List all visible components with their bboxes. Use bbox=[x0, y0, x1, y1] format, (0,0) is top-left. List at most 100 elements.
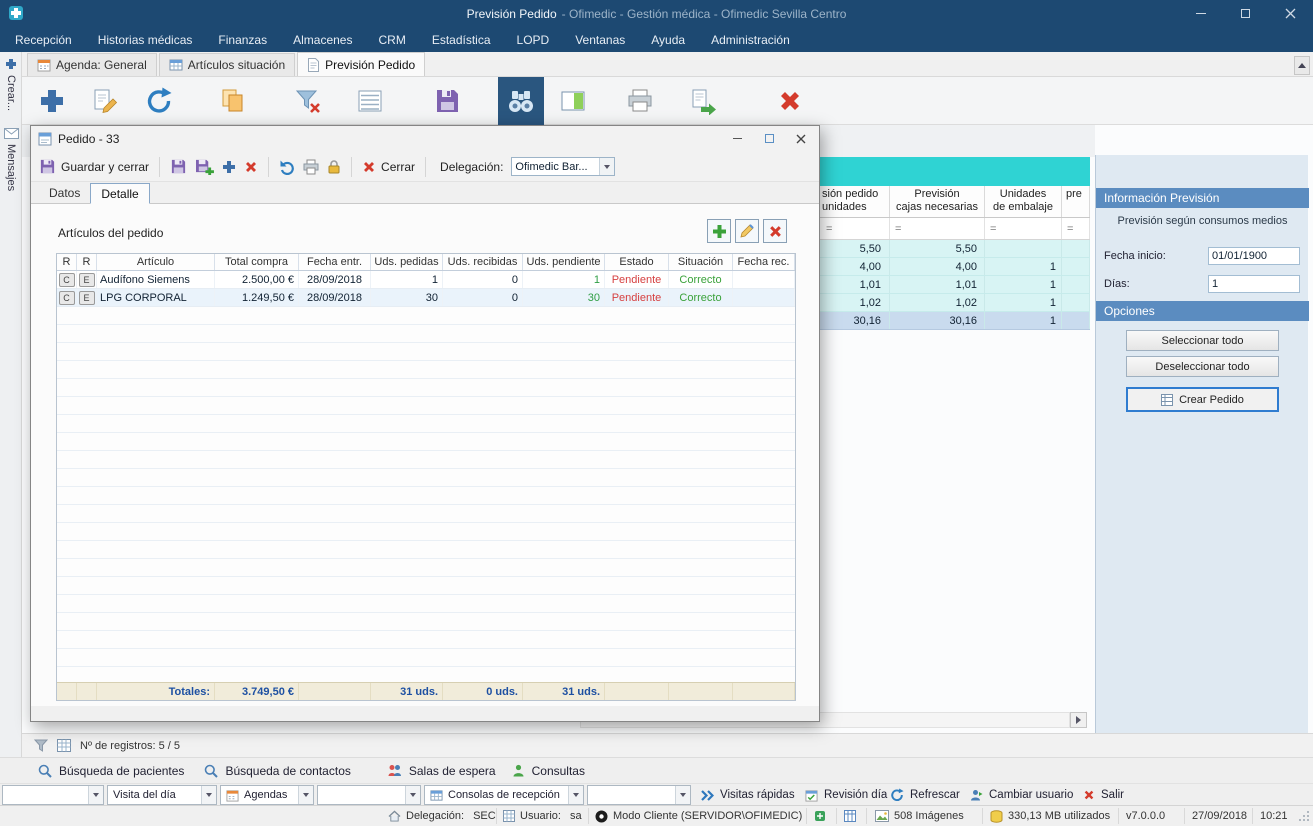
visita-del-dia-select[interactable]: Visita del día bbox=[107, 785, 217, 805]
add-row-button[interactable] bbox=[222, 160, 236, 174]
search-button[interactable] bbox=[498, 77, 544, 125]
menu-item-ayuda[interactable]: Ayuda bbox=[638, 27, 698, 52]
column-header-unidades-embalaje[interactable]: Unidadesde embalaje bbox=[985, 186, 1062, 217]
footer-combo-1[interactable] bbox=[2, 785, 104, 805]
footer-combo-2[interactable] bbox=[317, 785, 421, 805]
save-button[interactable] bbox=[425, 79, 469, 123]
refrescar-button[interactable]: Refrescar bbox=[890, 784, 960, 806]
filter-cell[interactable]: = bbox=[985, 218, 1062, 239]
menu-item-estadistica[interactable]: Estadística bbox=[419, 27, 504, 52]
col-r1[interactable]: R bbox=[57, 254, 77, 270]
print-button[interactable] bbox=[618, 79, 662, 123]
export-button[interactable] bbox=[681, 79, 725, 123]
maximize-button[interactable] bbox=[1223, 0, 1268, 27]
close-view-button[interactable] bbox=[768, 79, 812, 123]
salas-espera-button[interactable]: Salas de espera bbox=[387, 764, 496, 778]
date-status: 27/09/2018 bbox=[1192, 806, 1247, 826]
seleccionar-todo-button[interactable]: Seleccionar todo bbox=[1126, 330, 1279, 351]
menu-item-recepcion[interactable]: Recepción bbox=[2, 27, 85, 52]
c-button[interactable]: C bbox=[59, 291, 75, 305]
c-button[interactable]: C bbox=[59, 273, 75, 287]
crear-pedido-button[interactable]: Crear Pedido bbox=[1126, 387, 1279, 412]
filter-clear-button[interactable] bbox=[286, 79, 330, 123]
revision-dia-button[interactable]: Revisión día bbox=[805, 784, 887, 806]
visitas-rapidas-button[interactable]: Visitas rápidas bbox=[700, 784, 795, 806]
resize-grip[interactable] bbox=[1298, 806, 1310, 826]
tab-agenda-general[interactable]: Agenda: General bbox=[27, 53, 157, 76]
cambiar-usuario-button[interactable]: Cambiar usuario bbox=[970, 784, 1073, 806]
dialog-titlebar[interactable]: Pedido - 33 bbox=[31, 126, 819, 152]
edit-articulo-button[interactable] bbox=[735, 219, 759, 243]
copy-button[interactable] bbox=[211, 79, 255, 123]
list-view-button[interactable] bbox=[348, 79, 392, 123]
dialog-close-button[interactable] bbox=[786, 129, 816, 148]
delete-row-button[interactable] bbox=[244, 160, 258, 174]
col-r2[interactable]: R bbox=[77, 254, 97, 270]
table-row[interactable]: C E LPG CORPORAL 1.249,50 € 28/09/2018 3… bbox=[57, 289, 795, 307]
col-uds-pendiente[interactable]: Uds. pendiente bbox=[523, 254, 605, 270]
column-header-clipped[interactable]: pre bbox=[1062, 186, 1090, 217]
funnel-icon[interactable] bbox=[34, 739, 48, 752]
menu-item-ventanas[interactable]: Ventanas bbox=[562, 27, 638, 52]
sidebar-tab-crear[interactable]: Crear... bbox=[0, 58, 22, 111]
filter-cell[interactable]: = bbox=[890, 218, 985, 239]
e-button[interactable]: E bbox=[79, 291, 95, 305]
dialog-minimize-button[interactable] bbox=[722, 129, 752, 148]
save-and-new-button[interactable] bbox=[195, 158, 214, 175]
add-articulo-button[interactable] bbox=[707, 219, 731, 243]
delegacion-select[interactable]: Ofimedic Bar... bbox=[511, 157, 615, 176]
filter-cell[interactable]: = bbox=[1062, 218, 1090, 239]
e-button[interactable]: E bbox=[79, 273, 95, 287]
close-button[interactable] bbox=[1268, 0, 1313, 27]
tab-scroll-button[interactable] bbox=[1294, 56, 1310, 75]
sidebar-tab-mensajes[interactable]: Mensajes bbox=[0, 128, 22, 191]
delete-articulo-button[interactable] bbox=[763, 219, 787, 243]
col-total-compra[interactable]: Total compra bbox=[215, 254, 299, 270]
busqueda-contactos-button[interactable]: Búsqueda de contactos bbox=[204, 764, 350, 778]
consultas-button[interactable]: Consultas bbox=[512, 764, 585, 778]
add-button[interactable] bbox=[30, 79, 74, 123]
dias-input[interactable]: 1 bbox=[1208, 275, 1300, 293]
save-button[interactable] bbox=[170, 158, 187, 175]
agendas-select[interactable]: Agendas bbox=[220, 785, 314, 805]
salir-button[interactable]: Salir bbox=[1083, 784, 1124, 806]
guardar-y-cerrar-button[interactable]: Guardar y cerrar bbox=[39, 158, 149, 175]
minimize-button[interactable] bbox=[1178, 0, 1223, 27]
col-articulo[interactable]: Artículo bbox=[97, 254, 215, 270]
maximize-icon bbox=[1241, 9, 1250, 18]
footer-combo-3[interactable] bbox=[587, 785, 691, 805]
tab-prevision-pedido[interactable]: Previsión Pedido bbox=[297, 52, 425, 76]
col-uds-pedidas[interactable]: Uds. pedidas bbox=[371, 254, 443, 270]
deseleccionar-todo-button[interactable]: Deseleccionar todo bbox=[1126, 356, 1279, 377]
col-uds-recibidas[interactable]: Uds. recibidas bbox=[443, 254, 523, 270]
fecha-inicio-input[interactable]: 01/01/1900 bbox=[1208, 247, 1300, 265]
table-row[interactable]: C E Audífono Siemens 2.500,00 € 28/09/20… bbox=[57, 271, 795, 289]
busqueda-pacientes-button[interactable]: Búsqueda de pacientes bbox=[38, 764, 184, 778]
cerrar-button[interactable]: Cerrar bbox=[362, 160, 415, 174]
consolas-recepcion-select[interactable]: Consolas de recepción bbox=[424, 785, 584, 805]
tab-datos[interactable]: Datos bbox=[39, 182, 90, 203]
undo-button[interactable] bbox=[279, 159, 295, 175]
menu-item-finanzas[interactable]: Finanzas bbox=[205, 27, 280, 52]
col-estado[interactable]: Estado bbox=[605, 254, 669, 270]
dialog-maximize-button[interactable] bbox=[754, 129, 784, 148]
dropdown-button[interactable] bbox=[599, 158, 614, 175]
lock-button[interactable] bbox=[327, 159, 341, 175]
tab-articulos-situacion[interactable]: Artículos situación bbox=[159, 53, 295, 76]
col-situacion[interactable]: Situación bbox=[669, 254, 733, 270]
col-fecha-rec[interactable]: Fecha rec. bbox=[733, 254, 795, 270]
column-header-prevision-cajas[interactable]: Previsióncajas necesarias bbox=[890, 186, 985, 217]
print-button[interactable] bbox=[303, 159, 319, 175]
menu-item-crm[interactable]: CRM bbox=[365, 27, 418, 52]
edit-button[interactable] bbox=[83, 79, 127, 123]
refresh-button[interactable] bbox=[136, 79, 180, 123]
grid-icon[interactable] bbox=[57, 739, 71, 752]
menu-item-lopd[interactable]: LOPD bbox=[504, 27, 563, 52]
menu-item-administracion[interactable]: Administración bbox=[698, 27, 803, 52]
menu-item-historias-medicas[interactable]: Historias médicas bbox=[85, 27, 206, 52]
scroll-right-button[interactable] bbox=[1070, 712, 1087, 728]
col-fecha-entr[interactable]: Fecha entr. bbox=[299, 254, 371, 270]
menu-item-almacenes[interactable]: Almacenes bbox=[280, 27, 365, 52]
panels-button[interactable] bbox=[551, 79, 595, 123]
tab-detalle[interactable]: Detalle bbox=[90, 183, 149, 204]
